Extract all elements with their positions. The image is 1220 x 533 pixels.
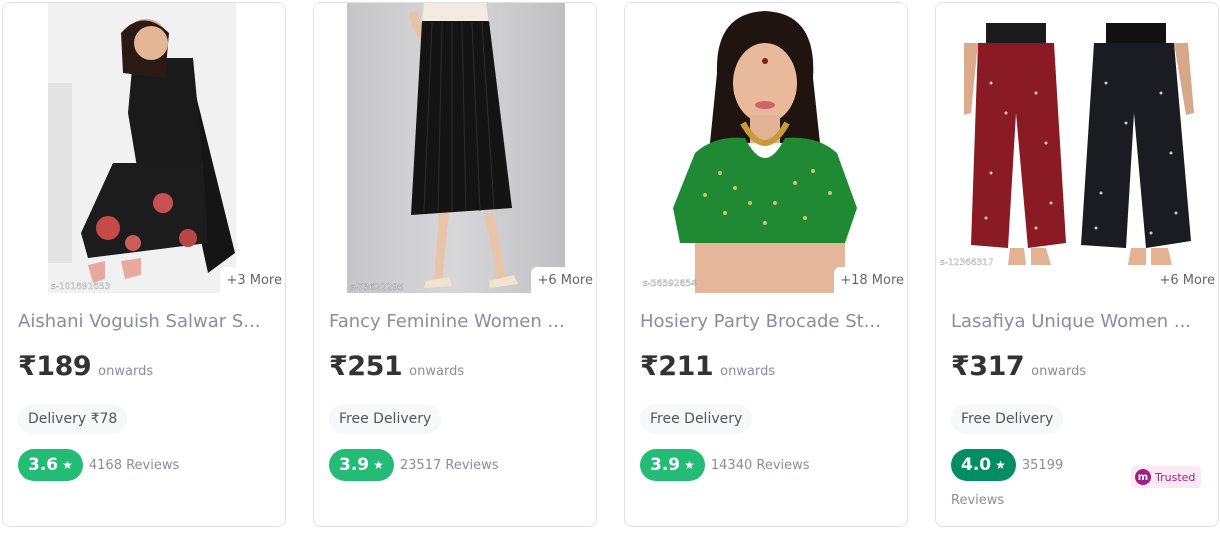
rating-value: 3.9 (650, 455, 681, 475)
review-count: 14340 Reviews (710, 457, 810, 473)
star-icon: ★ (373, 458, 384, 472)
review-count: 4168 Reviews (88, 457, 180, 473)
meesho-logo-icon: m (1135, 469, 1151, 485)
product-price: ₹189 (18, 351, 92, 382)
product-image[interactable]: s-12366317 +6 More (936, 3, 1218, 293)
product-title[interactable]: Aishani Voguish Salwar S... (18, 311, 270, 332)
more-variants-badge[interactable]: +18 More (834, 267, 907, 293)
price-onwards-label: onwards (1031, 364, 1087, 379)
review-count: 23517 Reviews (399, 457, 499, 473)
more-variants-badge[interactable]: +6 More (1153, 267, 1218, 293)
rating-value: 3.6 (28, 455, 59, 475)
price-row: ₹317 onwards (951, 351, 1086, 382)
review-count: 35199 (1021, 457, 1064, 473)
more-variants-badge[interactable]: +6 More (531, 267, 596, 293)
product-image[interactable]: s-73622295 +6 More (314, 3, 596, 293)
product-image[interactable]: s-56592654 +18 More (625, 3, 907, 293)
rating-row: 3.6 ★ 4168 Reviews (18, 449, 179, 481)
rating-value: 3.9 (339, 455, 370, 475)
product-card[interactable]: s-73622295 +6 More Fancy Feminine Women … (313, 2, 597, 527)
rating-row: 4.0 ★ 35199 (951, 449, 1063, 481)
product-image[interactable]: s-101891653 +3 More (3, 3, 285, 293)
product-card[interactable]: s-56592654 +18 More Hosiery Party Brocad… (624, 2, 908, 527)
rating-pill: 3.9 ★ (329, 449, 394, 481)
product-price: ₹211 (640, 351, 714, 382)
star-icon: ★ (684, 458, 695, 472)
image-watermark: s-101891653 (51, 282, 110, 292)
delivery-badge: Delivery ₹78 (18, 404, 128, 434)
price-onwards-label: onwards (720, 364, 776, 379)
product-title[interactable]: Hosiery Party Brocade St... (640, 311, 892, 332)
price-row: ₹251 onwards (329, 351, 464, 382)
product-price: ₹251 (329, 351, 403, 382)
product-title[interactable]: Lasafiya Unique Women ... (951, 311, 1203, 332)
trusted-label: Trusted (1155, 470, 1196, 484)
star-icon: ★ (995, 458, 1006, 472)
product-price: ₹317 (951, 351, 1025, 382)
price-row: ₹189 onwards (18, 351, 153, 382)
image-watermark: s-73622295 (350, 283, 404, 293)
rating-pill: 4.0 ★ (951, 449, 1016, 481)
rating-pill: 3.6 ★ (18, 449, 83, 481)
review-label: Reviews (951, 493, 1005, 508)
product-title[interactable]: Fancy Feminine Women ... (329, 311, 581, 332)
image-watermark: s-12366317 (940, 258, 994, 268)
delivery-badge: Free Delivery (640, 404, 753, 434)
star-icon: ★ (62, 458, 73, 472)
product-card[interactable]: s-101891653 +3 More Aishani Voguish Salw… (2, 2, 286, 527)
price-onwards-label: onwards (98, 364, 154, 379)
product-card[interactable]: s-12366317 +6 More Lasafiya Unique Women… (935, 2, 1219, 527)
rating-pill: 3.9 ★ (640, 449, 705, 481)
trusted-badge: m Trusted (1131, 466, 1202, 488)
rating-value: 4.0 (961, 455, 992, 475)
price-onwards-label: onwards (409, 364, 465, 379)
more-variants-badge[interactable]: +3 More (220, 267, 285, 293)
delivery-badge: Free Delivery (329, 404, 442, 434)
image-watermark: s-56592654 (643, 279, 697, 289)
delivery-badge: Free Delivery (951, 404, 1064, 434)
rating-row: 3.9 ★ 23517 Reviews (329, 449, 499, 481)
price-row: ₹211 onwards (640, 351, 775, 382)
rating-row: 3.9 ★ 14340 Reviews (640, 449, 810, 481)
